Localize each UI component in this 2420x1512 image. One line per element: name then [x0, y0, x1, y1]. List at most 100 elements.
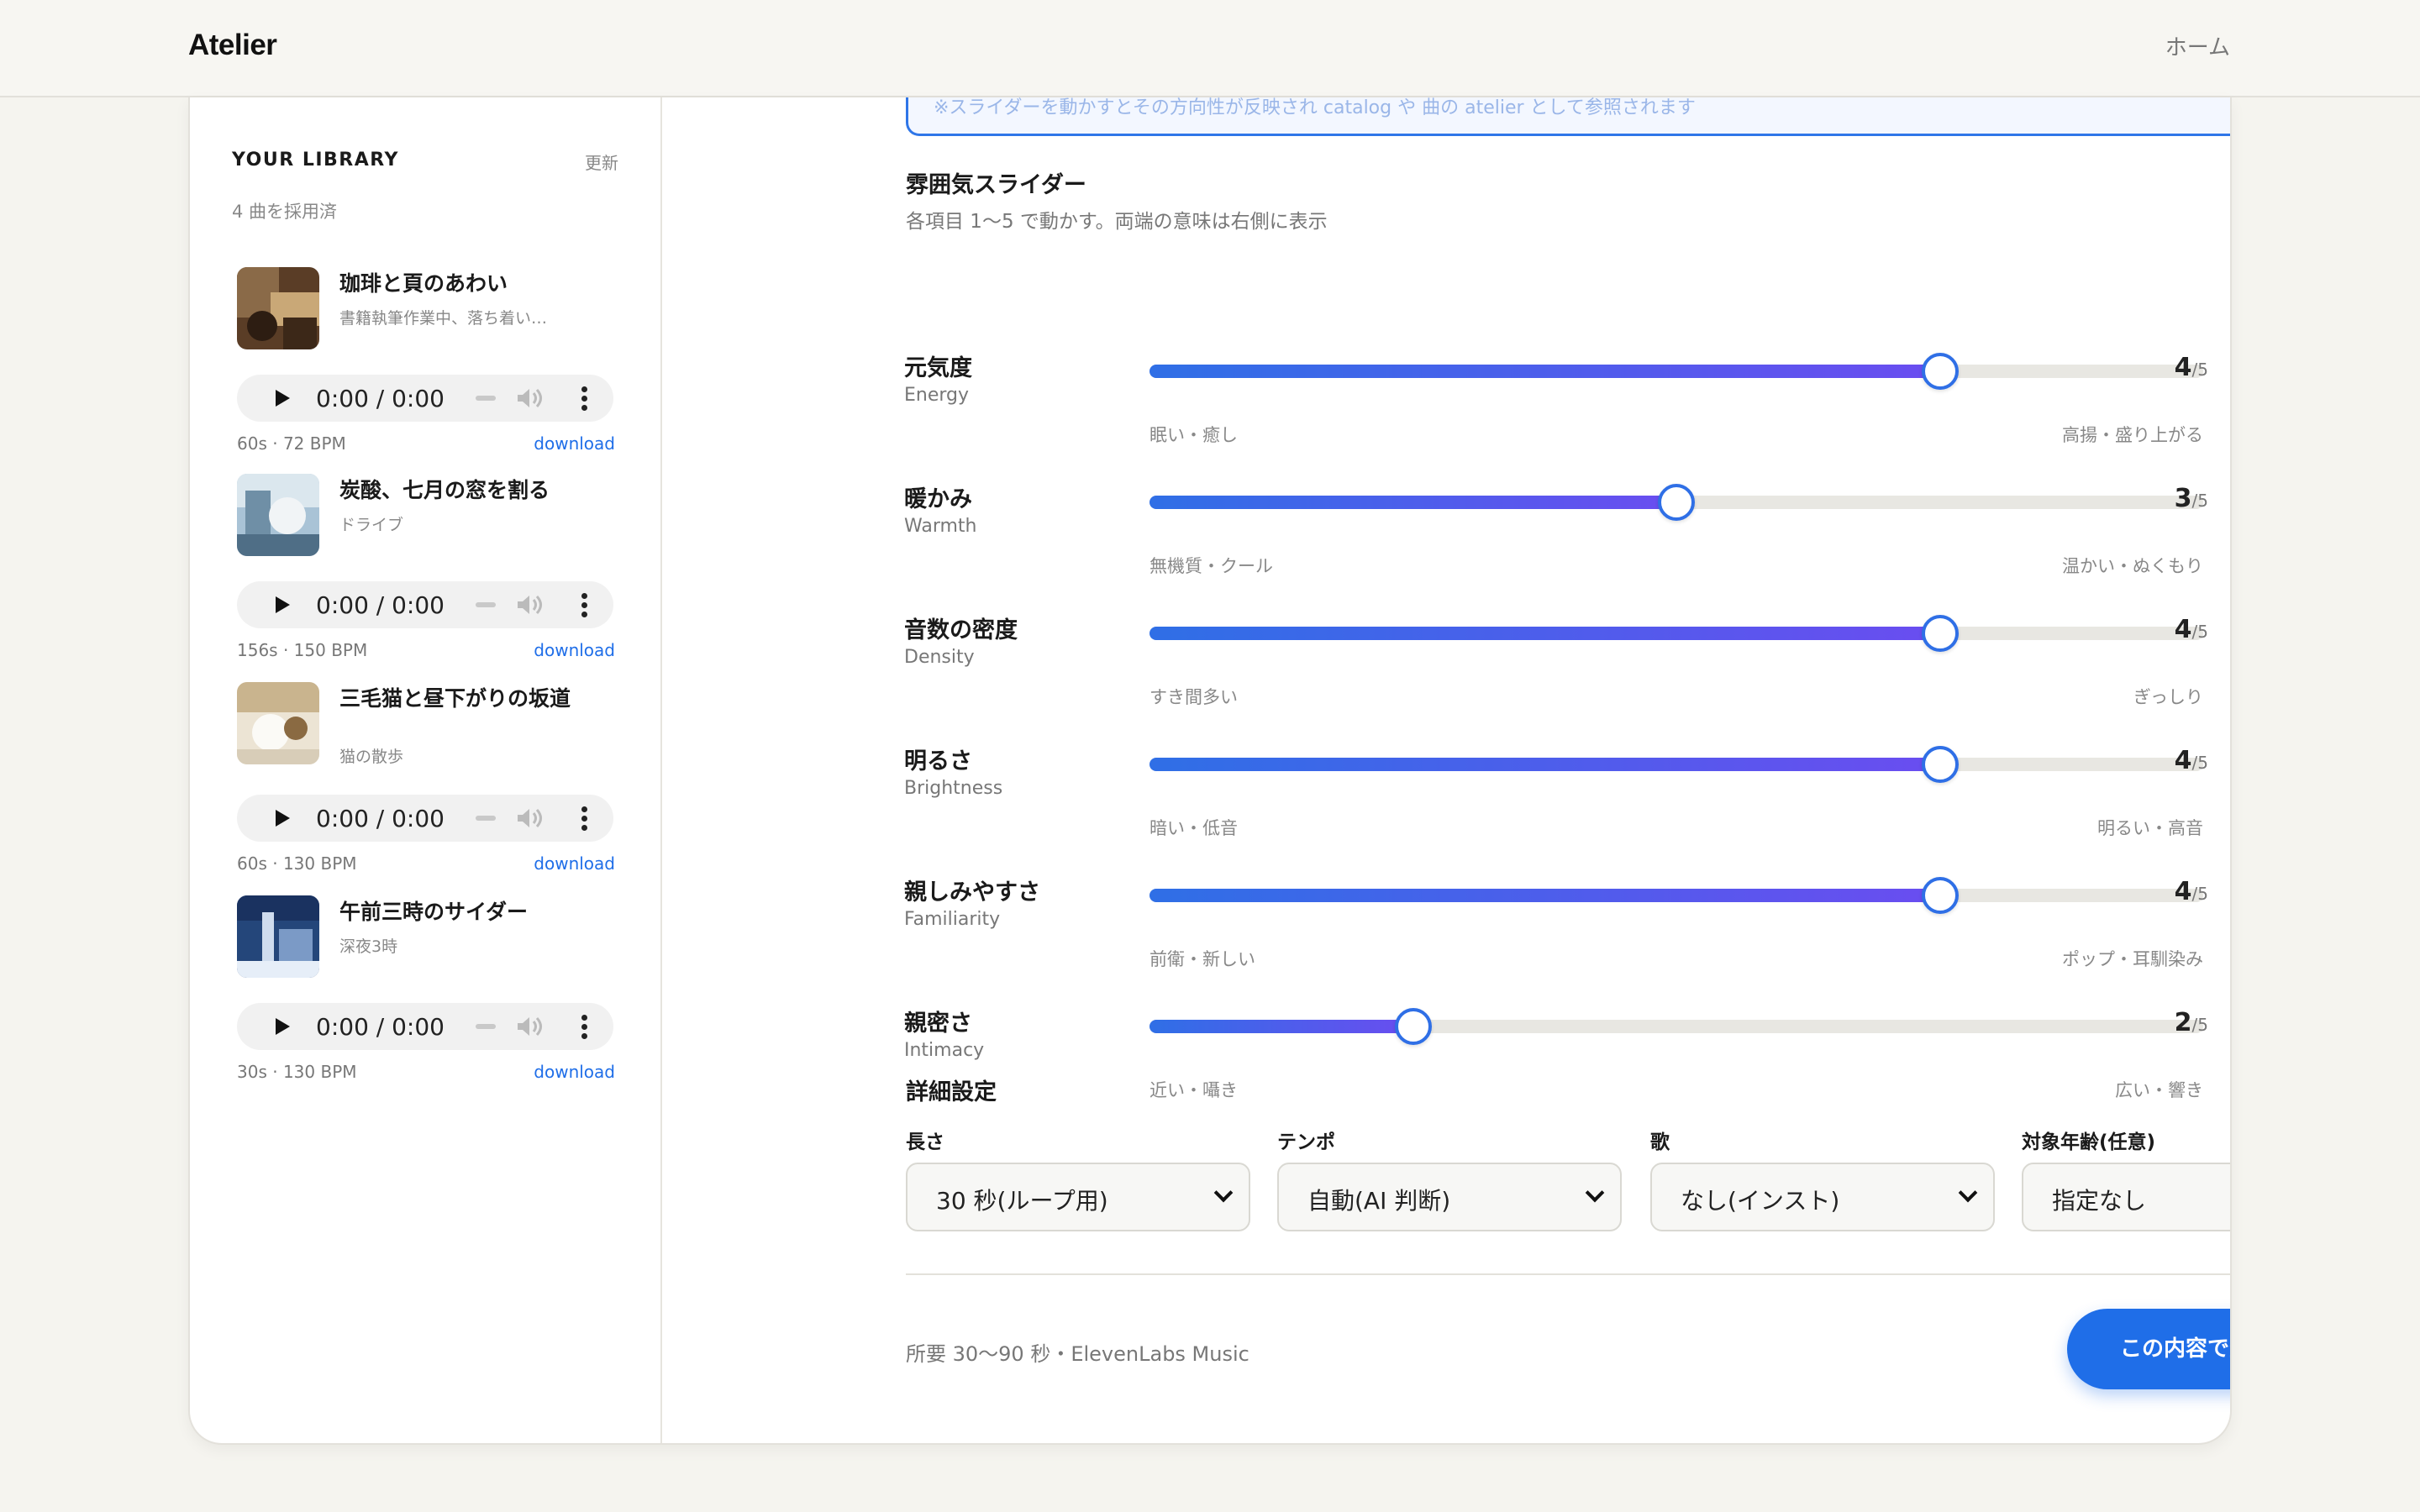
slider-track[interactable] [1150, 484, 2203, 521]
slider-value: 3/5 [2175, 484, 2208, 513]
slider-value-number: 2 [2174, 1008, 2192, 1037]
play-icon[interactable] [276, 810, 290, 827]
play-icon[interactable] [276, 390, 290, 407]
more-options-icon[interactable] [581, 806, 588, 832]
player-progress[interactable] [476, 816, 496, 821]
track-artwork [237, 895, 319, 978]
volume-icon[interactable] [516, 386, 543, 410]
track-artwork [237, 267, 319, 349]
more-options-icon[interactable] [581, 593, 588, 618]
library-refresh-button[interactable]: 更新 [585, 150, 618, 174]
slider-label: 元気度 [904, 355, 972, 381]
slider-value-max: /5 [2191, 360, 2208, 380]
volume-icon[interactable] [516, 806, 543, 830]
slider-handle[interactable] [1658, 484, 1695, 521]
library-count: 4 曲を採用済 [232, 202, 338, 222]
slider-label: 明るさ [904, 748, 972, 774]
play-icon[interactable] [276, 1018, 290, 1035]
track-meta: 60s · 130 BPM [237, 853, 357, 874]
slider-handle[interactable] [1394, 1008, 1432, 1045]
slider-min-label: すき間多い [1150, 687, 1238, 707]
track-title: 午前三時のサイダー [339, 900, 529, 924]
more-options-icon[interactable] [581, 386, 588, 412]
details-section-title: 詳細設定 [906, 1079, 997, 1105]
slider-row-familiarity: 親しみやすさ Familiarity 4/5 前衛・新しい ポップ・耳馴染み [662, 874, 2230, 1000]
length-label: 長さ [906, 1131, 944, 1153]
slider-value-number: 4 [2174, 353, 2192, 382]
track-subtitle: ドライブ [339, 516, 404, 534]
slider-sublabel: Intimacy [904, 1040, 985, 1061]
track-artwork [237, 474, 319, 556]
nav-home-link[interactable]: ホーム [2165, 30, 2230, 61]
download-link[interactable]: download [534, 433, 615, 454]
download-link[interactable]: download [534, 1062, 615, 1082]
slider-track[interactable] [1150, 1008, 2203, 1045]
slider-max-label: 温かい・ぬくもり [2062, 556, 2203, 576]
slider-fill [1150, 1020, 1413, 1033]
track-meta: 156s · 150 BPM [237, 640, 368, 660]
player-time: 0:00 / 0:00 [316, 805, 445, 832]
slider-value: 4/5 [2175, 746, 2208, 775]
slider-label: 暖かみ [904, 486, 972, 512]
app-logo[interactable]: Atelier [188, 29, 277, 62]
slider-handle[interactable] [1921, 353, 1959, 390]
slider-fill [1150, 627, 1940, 640]
top-header: Atelier ホーム [0, 0, 2420, 97]
slider-max-label: ぎっしり [2133, 687, 2203, 707]
slider-fill [1150, 889, 1940, 902]
vocals-label: 歌 [1650, 1131, 1670, 1153]
download-link[interactable]: download [534, 853, 615, 874]
player-time: 0:00 / 0:00 [316, 385, 445, 412]
slider-sublabel: Energy [904, 385, 970, 406]
track-subtitle: 深夜3時 [339, 937, 398, 956]
age-select[interactable]: 指定なし [2022, 1163, 2230, 1231]
player-progress[interactable] [476, 602, 496, 607]
slider-handle[interactable] [1921, 877, 1959, 914]
slider-max-label: ポップ・耳馴染み [2062, 949, 2203, 969]
player-progress[interactable] [476, 396, 496, 401]
tempo-label: テンポ [1277, 1131, 1335, 1153]
slider-track[interactable] [1150, 746, 2203, 783]
slider-fill [1150, 365, 1940, 378]
mood-section-description: 各項目 1〜5 で動かす。両端の意味は右側に表示 [906, 211, 1328, 233]
slider-value-max: /5 [2191, 622, 2208, 642]
audio-player: 0:00 / 0:00 [237, 375, 613, 422]
mood-section-title: 雰囲気スライダー [906, 172, 1086, 198]
slider-row-density: 音数の密度 Density 4/5 すき間多い ぎっしり [662, 612, 2230, 738]
audio-player: 0:00 / 0:00 [237, 1003, 613, 1050]
slider-value: 4/5 [2175, 877, 2208, 906]
slider-row-energy: 元気度 Energy 4/5 眠い・癒し 高揚・盛り上がる [662, 349, 2230, 475]
slider-value-max: /5 [2191, 884, 2208, 904]
slider-handle[interactable] [1921, 746, 1959, 783]
main-card: YOUR LIBRARY 更新 4 曲を採用済 珈琲と頁のあわい 書籍執筆作業中… [188, 97, 2232, 1445]
slider-handle[interactable] [1921, 615, 1959, 652]
chevron-down-icon [1213, 1183, 1234, 1203]
slider-track[interactable] [1150, 877, 2203, 914]
library-track: 三毛猫と昼下がりの坂道 猫の散歩 0:00 / 0:00 60s · 130 B… [237, 682, 615, 874]
volume-icon[interactable] [516, 593, 543, 617]
tempo-select[interactable]: 自動(AI 判断) [1277, 1163, 1622, 1231]
chevron-down-icon [1958, 1183, 1978, 1203]
slider-track[interactable] [1150, 353, 2203, 390]
more-options-icon[interactable] [581, 1015, 588, 1040]
download-link[interactable]: download [534, 640, 615, 660]
length-select[interactable]: 30 秒(ループ用) [906, 1163, 1250, 1231]
volume-icon[interactable] [516, 1015, 543, 1038]
track-subtitle: 猫の散歩 [339, 748, 404, 766]
slider-track[interactable] [1150, 615, 2203, 652]
slider-value: 4/5 [2175, 615, 2208, 644]
slider-label: 音数の密度 [904, 617, 1018, 643]
slider-value-max: /5 [2191, 1015, 2208, 1035]
notice-text: ※スライダーを動かすとその方向性が反映され catalog や 曲の ateli… [934, 97, 1696, 118]
slider-value: 4/5 [2175, 353, 2208, 382]
vocals-select[interactable]: なし(インスト) [1650, 1163, 1995, 1231]
slider-value-max: /5 [2191, 491, 2208, 511]
play-icon[interactable] [276, 596, 290, 613]
slider-row-warmth: 暖かみ Warmth 3/5 無機質・クール 温かい・ぬくもり [662, 480, 2230, 606]
generator-form: ※スライダーを動かすとその方向性が反映され catalog や 曲の ateli… [662, 97, 2230, 1443]
track-artwork [237, 682, 319, 764]
player-progress[interactable] [476, 1024, 496, 1029]
slider-min-label: 眠い・癒し [1150, 425, 1238, 445]
generate-button[interactable]: この内容で生成する [2067, 1309, 2230, 1389]
slider-sublabel: Brightness [904, 778, 1003, 799]
